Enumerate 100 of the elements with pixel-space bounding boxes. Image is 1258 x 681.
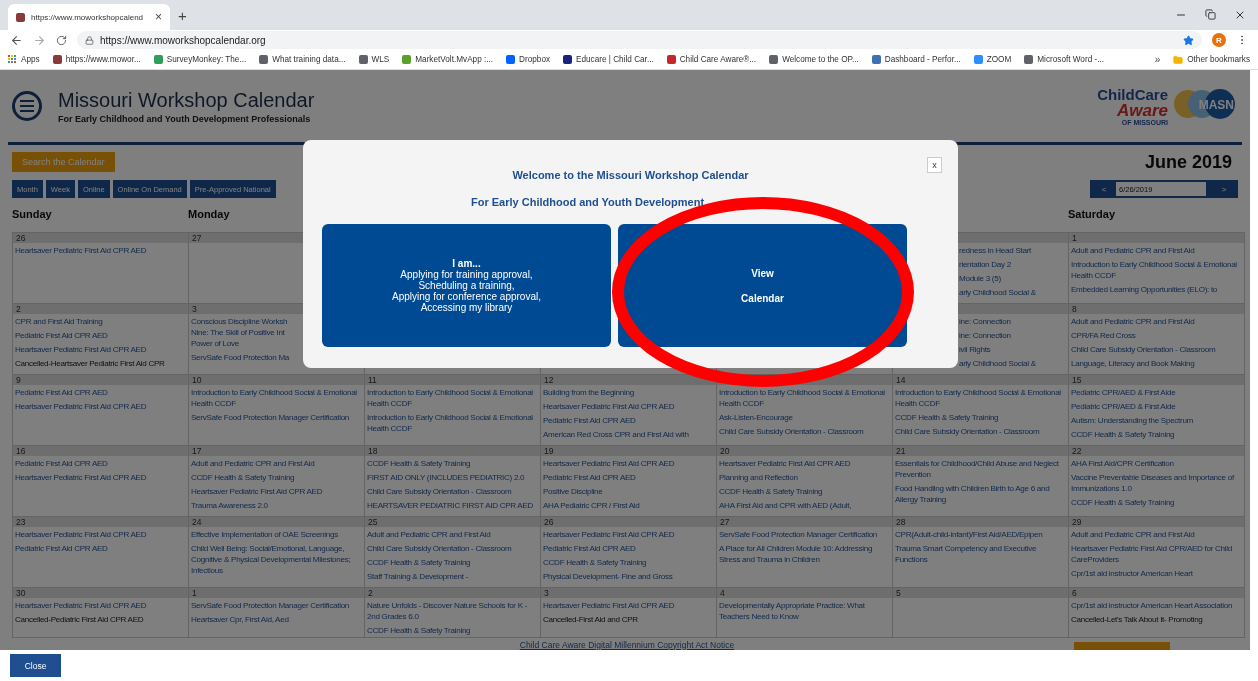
event-link[interactable]: Food Handling with Children Birth to Age 6 and Allergy Training: [895, 483, 1068, 505]
event-link[interactable]: Cpr/1st aid instructor American Heart: [1071, 568, 1244, 579]
other-bookmarks-folder[interactable]: Other bookmarks: [1173, 54, 1250, 65]
bookmark-link[interactable]: MarketVolt.MvApp :...: [402, 55, 494, 64]
event-link[interactable]: Child Well Being: Social/Emotional, Language, Cognitive & Physical Developmental Milestones; Infectious: [191, 543, 364, 576]
tab-close-button[interactable]: ×: [155, 11, 162, 23]
event-link[interactable]: CCDF Health & Safety Training: [1071, 429, 1244, 440]
event-link[interactable]: Pediatric First Aid CPR AED: [15, 543, 188, 554]
option-button[interactable]: View Calendar: [618, 224, 907, 347]
event-link[interactable]: CCDF Health & Safety Training: [1071, 497, 1244, 508]
bookmark-link[interactable]: What training data...: [259, 55, 346, 64]
event-link[interactable]: CPR(Adult-child-infant)/First Aid/AED/Epipen: [895, 529, 1068, 540]
close-button[interactable]: Close: [10, 654, 61, 677]
more-bookmarks-button[interactable]: »: [1154, 54, 1161, 65]
event-link[interactable]: ine: Connection: [959, 316, 1068, 327]
bookmark-link[interactable]: Welcome to the OP...: [769, 55, 859, 64]
event-link[interactable]: Heartsaver Pediatric First Aid CPR AED: [15, 472, 188, 483]
event-link[interactable]: Pediatric CPR/AED & First Aide: [1071, 387, 1244, 398]
cancelled-event-link[interactable]: Cancelled-First Aid and CPR: [543, 614, 716, 625]
event-link[interactable]: Pediatric First Aid CPR AED: [543, 415, 716, 426]
event-link[interactable]: Nature Unfolds - Discover Nature Schools for K - 2nd Grades 6.0: [367, 600, 540, 622]
event-link[interactable]: Heartsaver Pediatric First Aid CPR AED: [15, 401, 188, 412]
event-link[interactable]: Child Care Subsidy Orientation - Classroom: [719, 426, 892, 437]
event-link[interactable]: Pediatric CPR/AED & First Aide: [1071, 401, 1244, 412]
event-link[interactable]: Heartsaver Pediatric First Aid CPR AED: [543, 529, 716, 540]
event-link[interactable]: CCDF Health & Safety Training: [543, 557, 716, 568]
event-link[interactable]: Planning and Reflection: [719, 472, 892, 483]
cancelled-event-link[interactable]: Cancelled-Pediatric First Aid CPR AED: [15, 614, 188, 625]
reload-icon[interactable]: [56, 34, 67, 46]
event-link[interactable]: Vaccine Preventable Diseases and Importance of Immunizations 1.0: [1071, 472, 1244, 494]
browser-tab[interactable]: https://www.moworkshopcalend ×: [8, 4, 170, 30]
event-link[interactable]: Child Care Subsidy Orientation - Classroom: [895, 426, 1068, 437]
event-link[interactable]: CCDF Health & Safety Training: [895, 412, 1068, 423]
event-link[interactable]: arly Childhood Social &: [959, 287, 1068, 298]
event-link[interactable]: Adult and Pediatric CPR and First Aid: [1071, 245, 1244, 256]
event-link[interactable]: Physical Development- Fine and Gross: [543, 571, 716, 582]
event-link[interactable]: CPR and First Aid Training: [15, 316, 188, 327]
event-link[interactable]: arly Childhood Social &: [959, 358, 1068, 369]
event-link[interactable]: Developmentally Appropriate Practice: What Teachers Need to Know: [719, 600, 892, 622]
apps-bookmark[interactable]: Apps: [8, 55, 40, 64]
event-link[interactable]: AHA First Aid/CPR Certification: [1071, 458, 1244, 469]
restore-icon[interactable]: [1205, 9, 1216, 20]
event-link[interactable]: Heartsaver Pediatric First Aid CPR AED: [15, 245, 188, 256]
event-link[interactable]: HEARTSAVER PEDIATRIC FIRST AID CPR AED: [367, 500, 540, 511]
bookmark-link[interactable]: Child Care Aware®...: [666, 55, 757, 64]
event-link[interactable]: Child Care Subsidy Orientation - Classroom: [367, 486, 540, 497]
back-icon[interactable]: [10, 33, 23, 47]
event-link[interactable]: A Place for All Children Module 10: Addressing Stress and Trauma in Children: [719, 543, 892, 565]
event-link[interactable]: Trauma Awareness 2.0: [191, 500, 364, 511]
event-link[interactable]: Adult and Pediatric CPR and First Aid: [191, 458, 364, 469]
bookmark-link[interactable]: https://www.mowor...: [52, 55, 141, 64]
next-button[interactable]: >: [1214, 183, 1234, 195]
event-link[interactable]: Introduction to Early Childhood Social & Emotional Health CCDF: [367, 412, 540, 434]
bookmark-link[interactable]: Microsoft Word -...: [1024, 55, 1105, 64]
bookmark-link[interactable]: Educare | Child Car...: [563, 55, 654, 64]
event-link[interactable]: Embedded Learning Opportunities (ELO): to: [1071, 284, 1244, 295]
event-link[interactable]: American Red Cross CPR and First Aid with: [543, 429, 716, 440]
event-link[interactable]: AHA First Aid and CPR with AED (Adult,: [719, 500, 892, 511]
event-link[interactable]: Trauma Smart Competency and Executive Functions: [895, 543, 1068, 565]
event-link[interactable]: AHA Pediatric CPR / First Aid: [543, 500, 716, 511]
event-link[interactable]: Introduction to Early Childhood Social & Emotional Health CCDF: [719, 387, 892, 409]
new-tab-button[interactable]: +: [178, 7, 187, 23]
event-link[interactable]: CCDF Health & Safety Training: [367, 557, 540, 568]
event-link[interactable]: Pediatric First Aid CPR AED: [15, 330, 188, 341]
event-link[interactable]: ivil Rights: [959, 344, 1068, 355]
event-link[interactable]: Building from the Beginning: [543, 387, 716, 398]
event-link[interactable]: ine: Connection: [959, 330, 1068, 341]
event-link[interactable]: Heartsaver Pediatric First Aid CPR AED: [15, 529, 188, 540]
close-button[interactable]: x: [927, 157, 942, 173]
bookmark-link[interactable]: ZOOM: [973, 55, 1012, 64]
event-link[interactable]: Staff Training & Development -: [367, 571, 540, 582]
event-link[interactable]: Autism: Understanding the Spectrum: [1071, 415, 1244, 426]
event-link[interactable]: redness in Head Start: [959, 245, 1068, 256]
event-link[interactable]: Heartsaver Pediatric First Aid CPR AED: [543, 401, 716, 412]
event-link[interactable]: Heartsaver Pediatric First Aid CPR AED: [543, 600, 716, 611]
event-link[interactable]: Heartsaver Pediatric First Aid CPR AED: [15, 600, 188, 611]
option-button[interactable]: I am... Applying for training approval, Scheduling a training, Applying for conference approval, Accessing my library: [322, 224, 611, 347]
event-link[interactable]: Heartsaver Pediatric First Aid CPR/AED for Child CareProviders: [1071, 543, 1244, 565]
event-link[interactable]: FIRST AID ONLY (INCLUDES PEDIATRIC) 2.0: [367, 472, 540, 483]
event-link[interactable]: Adult and Pediatric CPR and First Aid: [367, 529, 540, 540]
event-link[interactable]: CCDF Health & Safety Training: [367, 458, 540, 469]
address-bar[interactable]: https://www.moworkshopcalendar.org: [77, 31, 1202, 49]
event-link[interactable]: Introduction to Early Childhood Social & Emotional Health CCDF: [367, 387, 540, 409]
event-link[interactable]: CCDF Health & Safety Training: [719, 486, 892, 497]
bookmark-link[interactable]: WLS: [358, 55, 390, 64]
event-link[interactable]: ServSafe Food Protection Manager Certification: [191, 412, 364, 423]
event-link[interactable]: Cpr/1st aid instructor American Heart Association: [1071, 600, 1244, 611]
event-link[interactable]: Effective Implementation of OAE Screenings: [191, 529, 364, 540]
event-link[interactable]: Pediatric First Aid CPR AED: [15, 458, 188, 469]
profile-avatar[interactable]: R: [1212, 33, 1226, 47]
event-link[interactable]: Introduction to Early Childhood Social & Emotional Health CCDF: [895, 387, 1068, 409]
event-link[interactable]: CCDF Health & Safety Training: [367, 625, 540, 636]
event-link[interactable]: Module 3 (5): [959, 273, 1068, 284]
star-icon[interactable]: [1183, 34, 1194, 46]
event-link[interactable]: Positive Discipline: [543, 486, 716, 497]
menu-button[interactable]: [12, 91, 42, 121]
close-icon[interactable]: [1234, 9, 1246, 21]
previous-button[interactable]: <: [1094, 183, 1114, 195]
event-link[interactable]: Adult and Pediatric CPR and First Aid: [1071, 529, 1244, 540]
event-link[interactable]: Pediatric First Aid CPR AED: [15, 387, 188, 398]
